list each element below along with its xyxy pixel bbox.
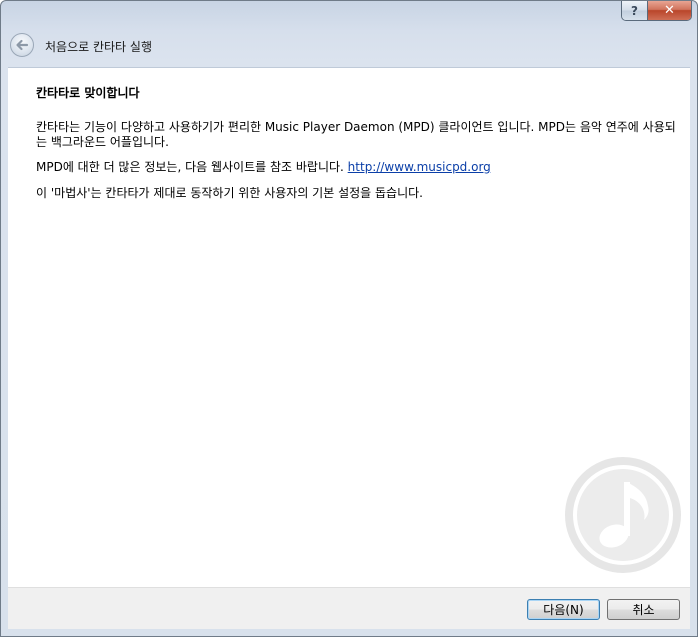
info-paragraph: MPD에 대한 더 많은 정보는, 다음 웹사이트를 참조 바랍니다. http… [36, 160, 676, 175]
intro-paragraph: 칸타타는 기능이 다양하고 사용하기가 편리한 Music Player Dae… [36, 120, 676, 149]
close-button[interactable]: ✕ [648, 1, 691, 20]
page-heading: 칸타타로 맞이합니다 [36, 86, 140, 100]
cancel-button[interactable]: 취소 [607, 599, 680, 620]
music-note-icon [565, 457, 681, 573]
musicpd-link[interactable]: http://www.musicpd.org [348, 160, 491, 174]
wizard-page: 칸타타로 맞이합니다 칸타타는 기능이 다양하고 사용하기가 편리한 Music… [8, 67, 690, 587]
back-arrow-icon [16, 39, 29, 51]
back-button[interactable] [10, 33, 34, 57]
caption-buttons: ? ✕ [621, 1, 692, 21]
title-bar: ? ✕ 처음으로 칸타타 실행 [1, 1, 697, 67]
wizard-title: 처음으로 칸타타 실행 [45, 40, 152, 54]
next-button[interactable]: 다음(N) [527, 599, 600, 620]
button-bar: 다음(N) 취소 [8, 587, 690, 629]
wizard-description: 이 '마법사'는 칸타타가 제대로 동작하기 위한 사용자의 기본 설정을 돕습… [36, 186, 423, 200]
wizard-window: ? ✕ 처음으로 칸타타 실행 칸타타로 맞이합니다 칸타타는 기능이 다양하고… [0, 0, 698, 637]
help-button[interactable]: ? [622, 1, 648, 20]
info-text: MPD에 대한 더 많은 정보는, 다음 웹사이트를 참조 바랍니다. [36, 160, 348, 174]
